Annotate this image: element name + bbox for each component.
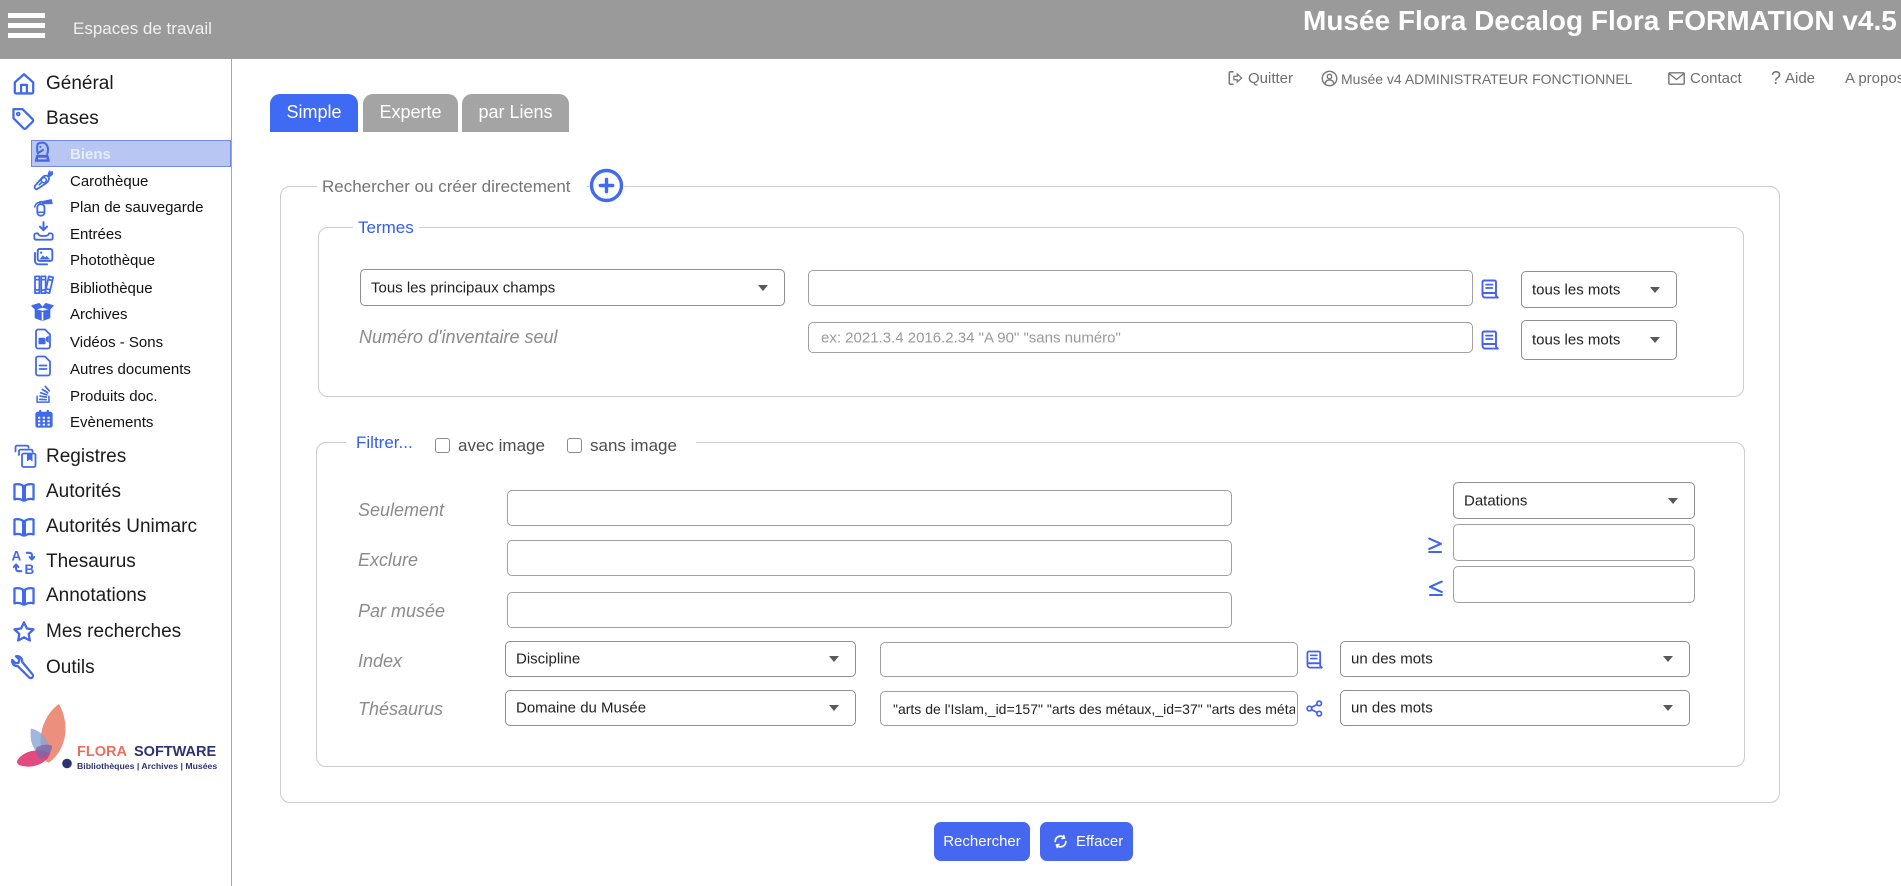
svg-text:Bibliothèques | Archives | Mus: Bibliothèques | Archives | Musées	[77, 761, 217, 771]
svg-text:A: A	[12, 549, 22, 563]
svg-text:FLORA: FLORA	[77, 744, 127, 760]
svg-text:B: B	[25, 562, 35, 575]
svg-text:SOFTWARE: SOFTWARE	[134, 744, 216, 760]
